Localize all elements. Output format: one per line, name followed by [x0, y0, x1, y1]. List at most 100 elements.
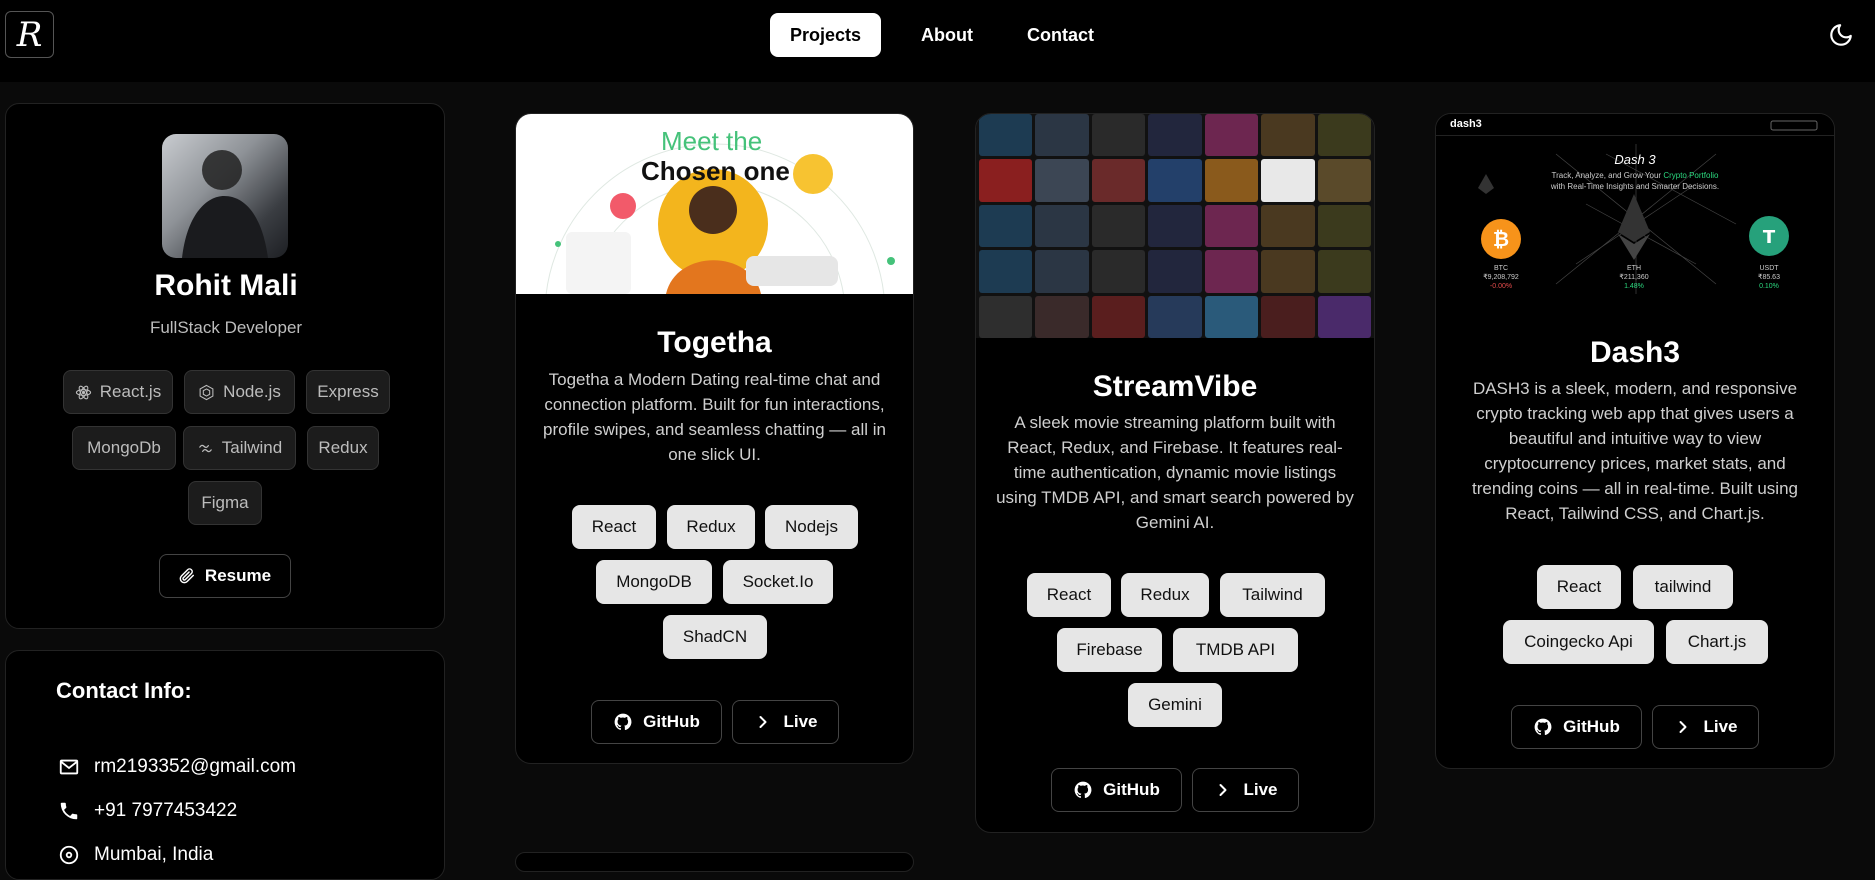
- project-card-streamvibe: StreamVibe A sleek movie streaming platf…: [975, 113, 1375, 833]
- skill-chip-redux: Redux: [307, 426, 379, 470]
- contact-phone[interactable]: +91 7977453422: [58, 800, 237, 822]
- live-button[interactable]: Live: [1192, 768, 1299, 812]
- nav-contact[interactable]: Contact: [1007, 13, 1114, 57]
- top-navbar: R Projects About Contact: [0, 0, 1875, 82]
- tech-tag: tailwind: [1633, 565, 1733, 609]
- skill-label: Tailwind: [221, 438, 283, 457]
- tech-tag: Chart.js: [1666, 620, 1768, 664]
- tech-tag: MongoDB: [596, 560, 712, 604]
- project-thumbnail: dash3 ₿ T Dash 3 Track, Analyze, and Gro…: [1436, 114, 1834, 304]
- email-text: rm2193352@gmail.com: [94, 756, 296, 777]
- nodejs-icon: [199, 384, 214, 400]
- skill-label: Node.js: [223, 382, 281, 401]
- chevron-right-icon: [1219, 784, 1227, 796]
- logo[interactable]: R: [5, 11, 54, 58]
- project-card-partial: [515, 852, 914, 872]
- coin-change: -0.00%: [1489, 283, 1513, 290]
- coin-symbol: ETH: [1627, 265, 1641, 272]
- thumb-sub-highlight: Crypto Portfolio: [1663, 171, 1719, 180]
- coin-btc: BTC ₹9,208,792 -0.00%: [1476, 264, 1526, 291]
- github-label: GitHub: [643, 712, 700, 731]
- resume-button[interactable]: Resume: [159, 554, 291, 598]
- github-button[interactable]: GitHub: [1511, 705, 1642, 749]
- github-icon: [1074, 781, 1092, 799]
- profile-role: FullStack Developer: [149, 318, 303, 337]
- tech-tag: Gemini: [1128, 683, 1222, 727]
- project-title: Togetha: [657, 326, 772, 359]
- thumb-title: Dash 3: [1614, 152, 1656, 167]
- tech-tag: TMDB API: [1173, 628, 1298, 672]
- resume-label: Resume: [204, 566, 272, 585]
- tech-tag: React: [1537, 565, 1621, 609]
- contact-card: Contact Info: rm2193352@gmail.com +91 79…: [5, 650, 445, 880]
- thumb-sub-a: Track, Analyze, and Grow Your: [1551, 171, 1664, 180]
- github-icon: [1534, 718, 1552, 736]
- chevron-right-icon: [759, 716, 767, 728]
- github-label: GitHub: [1563, 717, 1620, 736]
- phone-icon: [60, 802, 78, 820]
- coin-symbol: BTC: [1494, 265, 1508, 272]
- project-description: Togetha a Modern Dating real-time chat a…: [543, 370, 886, 464]
- contact-email[interactable]: rm2193352@gmail.com: [58, 756, 296, 778]
- contact-title: Contact Info:: [56, 678, 192, 703]
- coin-usdt: USDT ₹85.63 0.10%: [1744, 264, 1794, 291]
- project-card-dash3: dash3 ₿ T Dash 3 Track, Analyze, and Gro…: [1435, 113, 1835, 769]
- github-button[interactable]: GitHub: [1051, 768, 1182, 812]
- nav-projects[interactable]: Projects: [770, 13, 882, 57]
- coin-change: 1.48%: [1624, 283, 1644, 290]
- github-button[interactable]: GitHub: [591, 700, 722, 744]
- tech-tag: React: [572, 505, 656, 549]
- coin-eth: ETH ₹211,360 1.48%: [1609, 264, 1659, 291]
- coin-change: 0.10%: [1759, 283, 1779, 290]
- skill-chip-express: Express: [306, 370, 390, 414]
- skill-label: MongoDb: [87, 438, 161, 457]
- svg-text:T: T: [1763, 227, 1776, 248]
- thumb-headline-1: Meet the: [661, 126, 763, 156]
- chevron-right-icon: [1679, 721, 1687, 733]
- react-icon: [75, 385, 91, 399]
- svg-text:₿: ₿: [1493, 227, 1509, 251]
- live-button[interactable]: Live: [732, 700, 839, 744]
- live-button[interactable]: Live: [1652, 705, 1759, 749]
- skill-label: Redux: [318, 438, 368, 457]
- location-icon: [59, 845, 79, 865]
- github-icon: [614, 713, 632, 731]
- project-title: Dash3: [1589, 336, 1681, 369]
- coin-price: ₹211,360: [1619, 274, 1649, 281]
- thumb-headline-2: Chosen one: [641, 156, 790, 186]
- tech-tag: Redux: [1121, 573, 1209, 617]
- main-nav: Projects About Contact: [770, 13, 1114, 57]
- nav-about[interactable]: About: [901, 13, 993, 57]
- tech-tag: Socket.Io: [723, 560, 833, 604]
- location-text: Mumbai, India: [94, 844, 214, 865]
- tech-tag: Coingecko Api: [1503, 620, 1654, 664]
- skill-label: Figma: [201, 493, 249, 512]
- coin-symbol: USDT: [1759, 265, 1779, 272]
- tech-tag: Firebase: [1057, 628, 1162, 672]
- github-label: GitHub: [1103, 780, 1160, 799]
- skill-label: Express: [317, 382, 379, 401]
- profile-card: Rohit Mali FullStack Developer React.js …: [5, 103, 445, 629]
- contact-location: Mumbai, India: [58, 844, 213, 866]
- profile-name: Rohit Mali: [154, 269, 298, 302]
- project-card-togetha: Meet the Chosen one Togetha Togetha a Mo…: [515, 113, 914, 764]
- paperclip-icon: [179, 568, 194, 584]
- tech-tag: React: [1027, 573, 1111, 617]
- thumb-sub-b: with Real-Time Insights and Smarter Deci…: [1550, 182, 1720, 191]
- logo-letter: R: [16, 14, 43, 55]
- skill-chip-mongodb: MongoDb: [72, 426, 176, 470]
- tech-tag: ShadCN: [663, 615, 767, 659]
- mail-icon: [59, 759, 79, 775]
- project-thumbnail: [976, 114, 1374, 338]
- live-label: Live: [783, 712, 818, 731]
- phone-text: +91 7977453422: [94, 800, 238, 821]
- live-label: Live: [1243, 780, 1278, 799]
- tech-tag: Tailwind: [1220, 573, 1325, 617]
- moon-icon[interactable]: [1828, 22, 1854, 48]
- live-label: Live: [1703, 717, 1738, 736]
- project-title: StreamVibe: [1092, 370, 1258, 403]
- skill-label: React.js: [99, 382, 162, 401]
- thumb-subtitle: Track, Analyze, and Grow Your Crypto Por…: [1436, 170, 1834, 192]
- skill-chip-node: Node.js: [184, 370, 295, 414]
- skill-chip-tailwind: Tailwind: [183, 426, 296, 470]
